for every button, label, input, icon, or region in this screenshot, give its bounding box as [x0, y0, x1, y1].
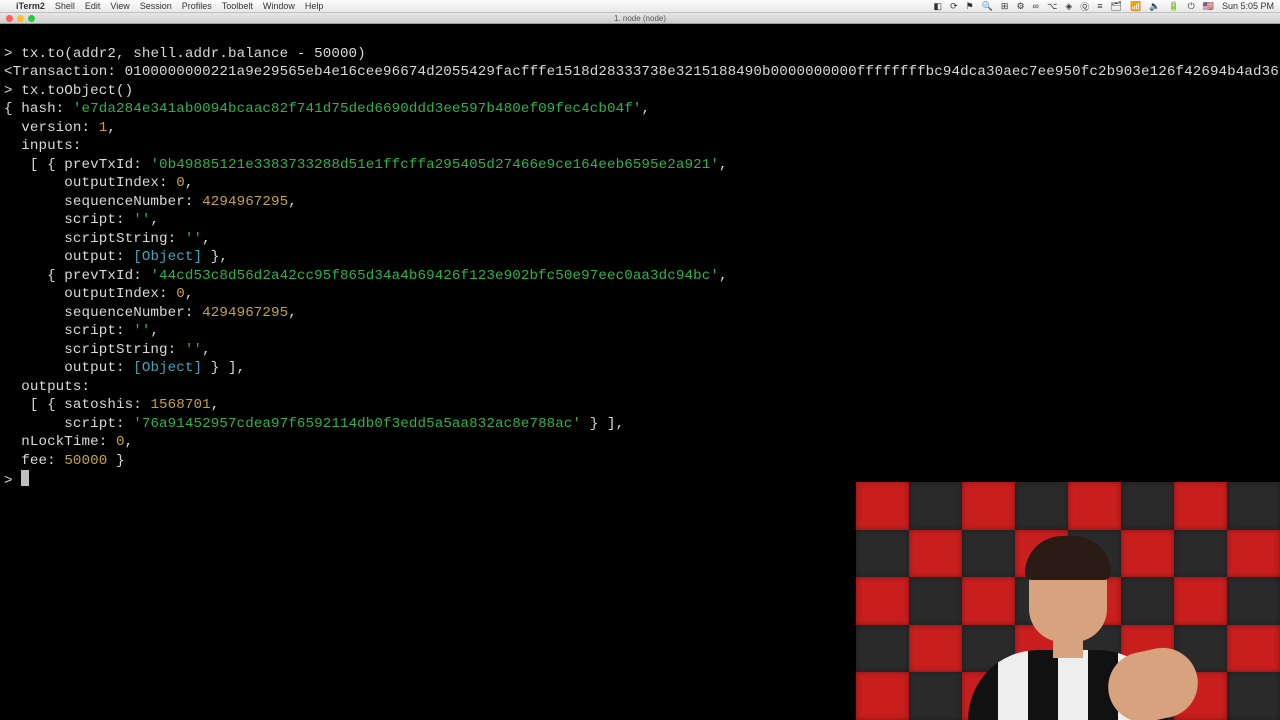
menu-help[interactable]: Help [305, 1, 324, 11]
status-icon[interactable]: ∞ [1033, 1, 1039, 11]
app-name[interactable]: iTerm2 [16, 1, 45, 11]
status-icon[interactable]: ⚑ [966, 1, 974, 12]
output-line: sequenceNumber: [4, 194, 202, 210]
wifi-icon[interactable]: 📶 [1130, 1, 1141, 12]
status-icon[interactable]: ⟳ [950, 1, 958, 12]
webcam-overlay [856, 482, 1280, 720]
status-icon[interactable]: 🔍 [982, 1, 993, 12]
maximize-icon[interactable] [28, 15, 35, 22]
prompt: > [4, 473, 21, 489]
prevtxid2: '44cd53c8d56d2a42cc95f865d34a4b69426f123… [150, 268, 719, 284]
traffic-lights [6, 15, 35, 22]
command-line: tx.toObject() [21, 83, 133, 99]
output-line: fee: [4, 453, 64, 469]
outscript-value: '76a91452957cdea97f6592114db0f3edd5a5aa8… [133, 416, 581, 432]
window-titlebar[interactable]: 1. node (node) [0, 13, 1280, 24]
close-icon[interactable] [6, 15, 13, 22]
scriptstr1: '' [185, 231, 202, 247]
status-icon[interactable]: 🗂 [1111, 1, 1122, 12]
output-line: output: [4, 360, 133, 376]
output-line: [ { prevTxId: [4, 157, 150, 173]
script2: '' [133, 323, 150, 339]
menubar-left: iTerm2 Shell Edit View Session Profiles … [6, 1, 323, 11]
output-line: outputs: [4, 379, 90, 395]
script1: '' [133, 212, 150, 228]
output-line: nLockTime: [4, 434, 116, 450]
volume-icon[interactable]: 🔈 [1149, 1, 1160, 12]
seq2: 4294967295 [202, 305, 288, 321]
window-title: 1. node (node) [614, 14, 666, 23]
macos-menubar: iTerm2 Shell Edit View Session Profiles … [0, 0, 1280, 13]
output-line: { prevTxId: [4, 268, 150, 284]
menubar-right: ◧ ⟳ ⚑ 🔍 ⊞ ⚙ ∞ ⌥ ◈ Ⓠ ≡ 🗂 📶 🔈 🔋 ⏻ 🇺🇸 Sun 5… [934, 0, 1274, 13]
minimize-icon[interactable] [17, 15, 24, 22]
menu-session[interactable]: Session [140, 1, 172, 11]
outidx1: 0 [176, 175, 185, 191]
output-line: sequenceNumber: [4, 305, 202, 321]
nlock-value: 0 [116, 434, 125, 450]
hash-value: 'e7da284e341ab0094bcaac82f741d75ded6690d… [73, 101, 642, 117]
menu-view[interactable]: View [110, 1, 129, 11]
output-line: outputIndex: [4, 175, 176, 191]
outidx2: 0 [176, 286, 185, 302]
output-line: script: [4, 416, 133, 432]
output-line: version: [4, 120, 99, 136]
status-icon[interactable]: ⚙ [1016, 1, 1024, 12]
output-line: { hash: [4, 101, 73, 117]
menu-window[interactable]: Window [263, 1, 295, 11]
output-line: scriptString: [4, 231, 185, 247]
menu-toolbelt[interactable]: Toolbelt [222, 1, 253, 11]
presenter-figure [948, 530, 1188, 720]
output-line: script: [4, 323, 133, 339]
status-icon[interactable]: ⊞ [1001, 1, 1009, 12]
output-line: scriptString: [4, 342, 185, 358]
output-line: <Transaction: 0100000000221a9e29565eb4e1… [4, 64, 1280, 80]
status-icon[interactable]: Ⓠ [1080, 0, 1089, 13]
prevtxid1: '0b49885121e3383733288d51e1ffcffa295405d… [150, 157, 719, 173]
status-icon[interactable]: ◈ [1065, 1, 1072, 12]
flag-icon[interactable]: 🇺🇸 [1203, 1, 1214, 12]
output-line: [ { satoshis: [4, 397, 150, 413]
menubar-clock[interactable]: Sun 5:05 PM [1222, 1, 1274, 11]
scriptstr2: '' [185, 342, 202, 358]
prompt: > [4, 46, 21, 62]
status-icon[interactable]: ⌥ [1047, 1, 1057, 12]
fee-value: 50000 [64, 453, 107, 469]
output-line: script: [4, 212, 133, 228]
prompt: > [4, 83, 21, 99]
output-line: output: [4, 249, 133, 265]
object-tag: [Object] [133, 249, 202, 265]
terminal-viewport[interactable]: > tx.to(addr2, shell.addr.balance - 5000… [0, 24, 1280, 493]
cursor-icon [21, 470, 29, 486]
command-line: tx.to(addr2, shell.addr.balance - 50000) [21, 46, 366, 62]
output-line: outputIndex: [4, 286, 176, 302]
seq1: 4294967295 [202, 194, 288, 210]
menu-profiles[interactable]: Profiles [182, 1, 212, 11]
status-icon[interactable]: ≡ [1097, 1, 1102, 11]
status-icon[interactable]: ◧ [934, 1, 943, 12]
battery-icon[interactable]: 🔋 [1168, 1, 1179, 12]
satoshis-value: 1568701 [150, 397, 210, 413]
power-icon[interactable]: ⏻ [1188, 1, 1195, 12]
menu-shell[interactable]: Shell [55, 1, 75, 11]
menu-edit[interactable]: Edit [85, 1, 101, 11]
output-line: inputs: [4, 138, 82, 154]
object-tag: [Object] [133, 360, 202, 376]
